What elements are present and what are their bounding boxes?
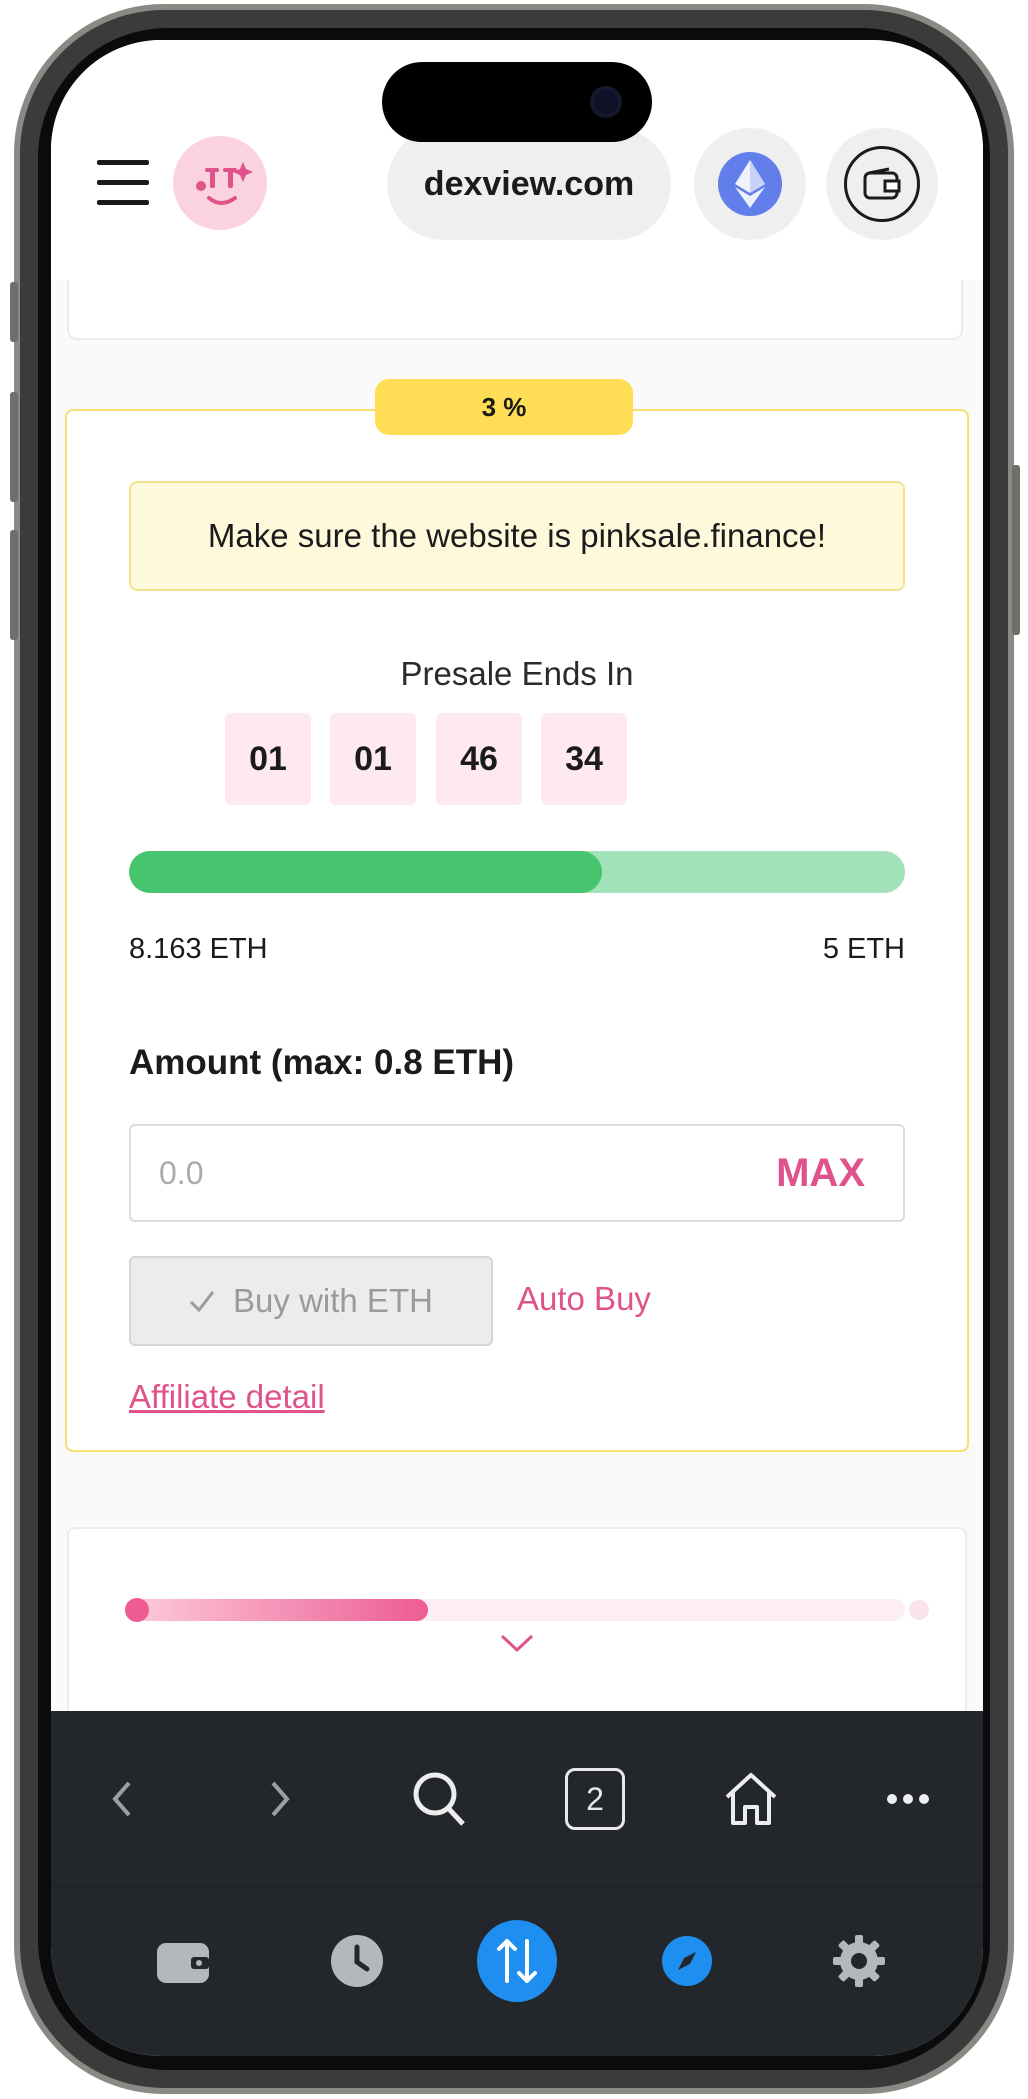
countdown-hours: 01 (330, 713, 416, 805)
volume-down-button (10, 530, 18, 640)
stage-progress-bar (135, 1599, 905, 1621)
check-icon (189, 1282, 215, 1320)
warning-banner: Make sure the website is pinksale.financ… (129, 481, 905, 591)
settings-icon[interactable] (819, 1921, 899, 2001)
presale-progress-bar (129, 851, 905, 893)
percent-badge: 3 % (375, 379, 633, 435)
back-icon[interactable] (99, 1761, 143, 1837)
tabs-icon[interactable]: 2 (563, 1761, 627, 1837)
app-dock (51, 1886, 983, 2056)
wallet-button[interactable] (826, 128, 938, 240)
max-button[interactable]: MAX (776, 1126, 865, 1220)
stage-progress-fill (135, 1599, 428, 1621)
buy-with-eth-label: Buy with ETH (233, 1282, 433, 1319)
target-amount: 5 ETH (822, 933, 905, 965)
url-text: dexview.com (423, 164, 635, 203)
buy-with-eth-button[interactable]: Buy with ETH (129, 1256, 493, 1346)
wallet-icon (844, 146, 920, 222)
discover-icon[interactable] (647, 1921, 727, 2001)
pinksale-logo[interactable] (173, 136, 267, 230)
presale-ends-label: Presale Ends In (400, 655, 634, 692)
swap-button (477, 1920, 557, 2002)
volume-up-button (10, 392, 18, 502)
url-bar[interactable]: dexview.com (387, 128, 671, 240)
warning-text: Make sure the website is pinksale.financ… (207, 517, 827, 554)
dynamic-island (382, 62, 652, 142)
amount-input[interactable] (159, 1126, 719, 1220)
history-icon[interactable] (317, 1921, 397, 2001)
stage-start-dot (125, 1598, 149, 1622)
front-camera (590, 86, 622, 118)
amount-field: MAX (129, 1124, 905, 1222)
forward-icon[interactable] (259, 1761, 303, 1837)
search-icon[interactable] (409, 1761, 469, 1837)
amount-label: Amount (max: 0.8 ETH) (129, 1043, 515, 1082)
swap-icon[interactable] (477, 1920, 557, 2002)
chevron-down-icon[interactable] (499, 1632, 535, 1658)
tab-count: 2 (565, 1768, 625, 1830)
affiliate-detail-link[interactable]: Affiliate detail (129, 1378, 325, 1416)
more-icon[interactable] (883, 1761, 933, 1837)
network-selector[interactable] (694, 128, 806, 240)
home-icon[interactable] (719, 1761, 783, 1837)
silent-switch (10, 282, 18, 342)
power-button (1012, 465, 1020, 635)
raised-amount: 8.163 ETH (129, 933, 268, 965)
wallet-icon[interactable] (143, 1921, 223, 2001)
phone-screen: dexview.com 3 % Make sure the website is… (51, 40, 983, 2056)
countdown-days: 01 (225, 713, 311, 805)
browser-toolbar: 2 (51, 1711, 983, 1886)
countdown-seconds: 34 (541, 713, 627, 805)
presale-progress-fill (129, 851, 603, 893)
ethereum-icon (718, 152, 782, 216)
countdown-minutes: 46 (436, 713, 522, 805)
menu-icon[interactable] (97, 158, 151, 208)
stage-end-dot (909, 1600, 929, 1620)
auto-buy-link[interactable]: Auto Buy (517, 1280, 651, 1318)
